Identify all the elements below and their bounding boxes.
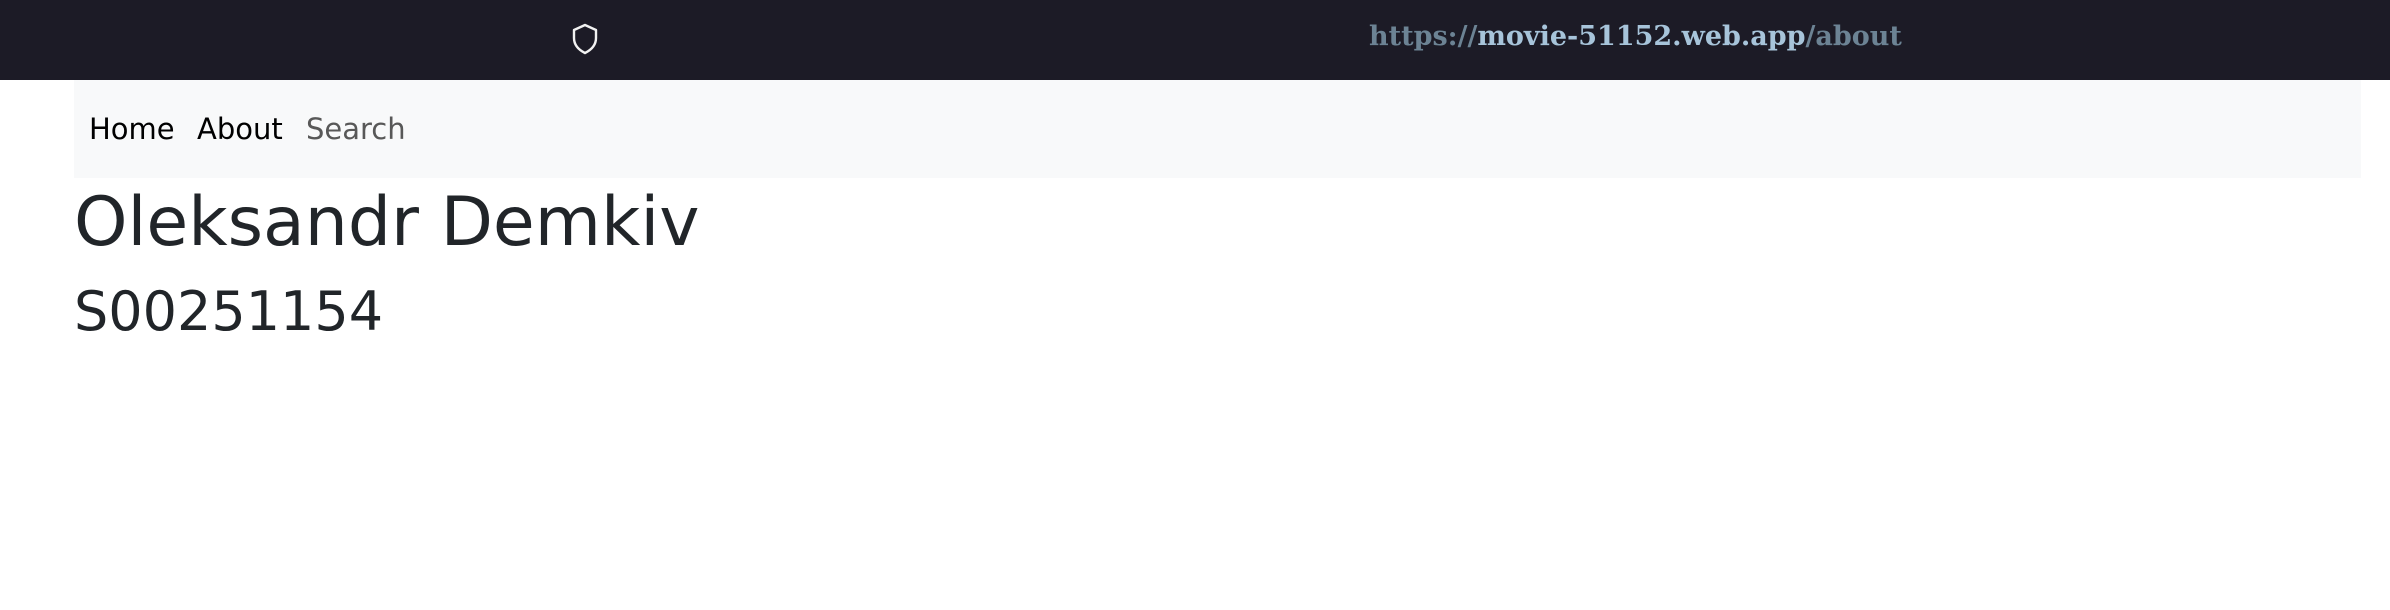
shield-icon[interactable] <box>570 22 600 56</box>
browser-url-bar: https://movie-51152.web.app/about <box>0 0 2390 80</box>
student-id: S00251154 <box>74 280 384 343</box>
url-scheme: https:// <box>1369 21 1478 52</box>
url-host: movie-51152.web.app <box>1477 21 1806 52</box>
url-address[interactable]: https://movie-51152.web.app/about <box>1369 17 1902 57</box>
page-title: Oleksandr Demkiv <box>74 183 700 262</box>
nav-link-about[interactable]: About <box>197 109 283 149</box>
nav-link-home[interactable]: Home <box>89 109 175 149</box>
url-path: /about <box>1805 21 1902 52</box>
navbar: Home About Search <box>74 80 2361 178</box>
nav-link-search[interactable]: Search <box>306 109 406 149</box>
